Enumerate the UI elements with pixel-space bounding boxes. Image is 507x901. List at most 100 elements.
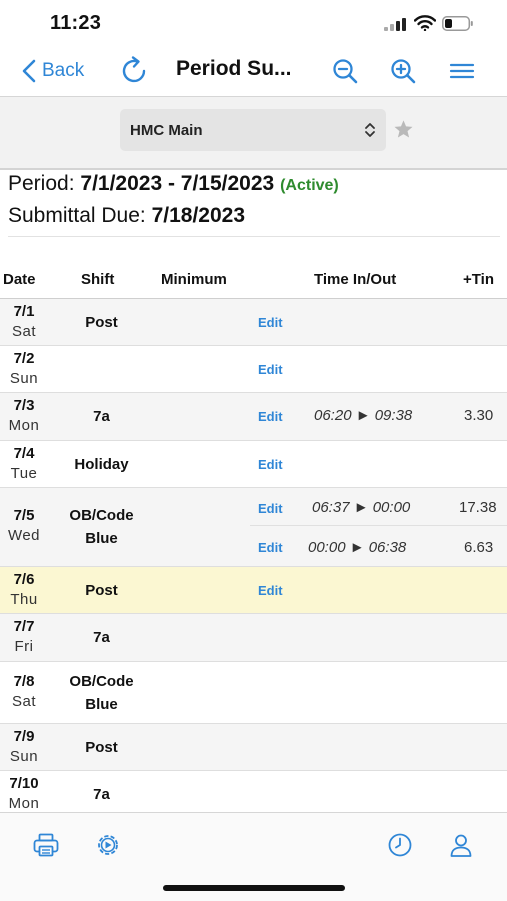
back-label: Back [42, 60, 85, 81]
table-row: 7/2 Sun Edit [0, 346, 507, 393]
time-in-out: 06:20 ► 09:38 [314, 407, 413, 424]
home-indicator [163, 885, 345, 891]
table-row-current: 7/6 Thu Post Edit [0, 567, 507, 614]
row-date: 7/2 [13, 350, 35, 367]
page-title: Period Su... [176, 57, 292, 80]
battery-icon [442, 16, 473, 31]
profile-icon[interactable] [448, 832, 474, 858]
period-range: 7/1/2023 - 7/15/2023 [80, 172, 275, 195]
row-shift-line: Blue [85, 696, 118, 713]
row-date: 7/3 [13, 397, 35, 414]
date-cell: 7/7 Fri [0, 618, 48, 655]
row-shift: 7a [93, 408, 110, 425]
table-header: Date Shift Minimum Time In/Out +Tin [0, 264, 507, 299]
row-shift: Holiday [74, 456, 129, 473]
row-shift: Post [85, 582, 118, 599]
table-row: 7/8 Sat OB/Code Blue [0, 662, 507, 724]
table-row: 7/10 Mon 7a [0, 771, 507, 812]
bottom-toolbar [0, 812, 507, 901]
row-date: 7/10 [9, 775, 39, 792]
row-day: Mon [8, 417, 40, 434]
cellular-signal-icon [384, 18, 408, 31]
row-date: 7/5 [13, 507, 35, 524]
back-button[interactable]: Back [22, 58, 84, 84]
row-date: 7/8 [13, 673, 35, 690]
edit-link[interactable]: Edit [258, 362, 283, 377]
date-cell: 7/1 Sat [0, 303, 48, 340]
row-date: 7/4 [13, 445, 35, 462]
period-label: Period: [8, 172, 75, 195]
row-shift: 7a [93, 629, 110, 646]
settings-icon[interactable] [95, 832, 121, 858]
date-cell: 7/9 Sun [0, 728, 48, 765]
table-row: 7/9 Sun Post [0, 724, 507, 771]
time-in-out: 00:00 ► 06:38 [308, 539, 407, 556]
zoom-out-icon[interactable] [332, 58, 358, 84]
row-shift-line: Blue [85, 530, 118, 547]
row-date: 7/9 [13, 728, 35, 745]
column-header-shift: Shift [81, 271, 115, 288]
row-day: Fri [14, 638, 34, 655]
column-header-hours: +Tin [463, 271, 494, 288]
date-cell: 7/3 Mon [0, 397, 48, 434]
submittal-due-line: Submittal Due: 7/18/2023 [8, 204, 245, 228]
edit-link[interactable]: Edit [258, 501, 283, 516]
chevron-up-down-icon [365, 123, 375, 137]
time-in-out: 06:37 ► 00:00 [312, 499, 411, 516]
submittal-due-date: 7/18/2023 [151, 204, 246, 227]
table-row: 7/5 Wed OB/Code Blue Edit 06:37 ► 00:00 … [0, 488, 507, 567]
date-cell: 7/8 Sat [0, 673, 48, 710]
location-select[interactable]: HMC Main [120, 109, 386, 151]
row-date: 7/6 [13, 571, 35, 588]
row-shift: Post [85, 739, 118, 756]
edit-link[interactable]: Edit [258, 315, 283, 330]
row-date: 7/1 [13, 303, 35, 320]
column-header-date: Date [3, 271, 36, 288]
table-row: 7/4 Tue Holiday Edit [0, 441, 507, 488]
hours-value: 17.38 [459, 499, 497, 516]
date-cell: 7/5 Wed [0, 507, 48, 544]
table-row: 7/7 Fri 7a [0, 614, 507, 662]
edit-link[interactable]: Edit [258, 583, 283, 598]
row-day: Mon [8, 795, 40, 812]
divider [8, 236, 500, 237]
location-selector-area: HMC Main [0, 97, 507, 170]
edit-link[interactable]: Edit [258, 409, 283, 424]
star-icon[interactable] [393, 119, 414, 140]
column-header-minimum: Minimum [161, 271, 227, 288]
row-day: Sun [9, 370, 39, 387]
row-date: 7/7 [13, 618, 35, 635]
row-shift-line: OB/Code [69, 673, 134, 690]
row-day: Thu [10, 591, 38, 608]
row-shift: 7a [93, 786, 110, 803]
refresh-icon[interactable] [118, 55, 150, 87]
row-day: Wed [7, 527, 41, 544]
period-status-badge: (Active) [280, 177, 339, 194]
edit-link[interactable]: Edit [258, 457, 283, 472]
menu-icon[interactable] [449, 61, 475, 81]
zoom-in-icon[interactable] [390, 58, 416, 84]
location-select-value: HMC Main [130, 122, 203, 139]
hours-value: 3.30 [464, 407, 494, 424]
row-day: Sun [9, 748, 39, 765]
row-shift: OB/Code Blue [54, 670, 149, 716]
status-bar: 11:23 [0, 0, 507, 46]
chevron-left-icon [22, 59, 36, 83]
navigation-bar: Back Period Su... [0, 46, 507, 97]
wifi-icon [414, 15, 436, 31]
row-shift: OB/Code Blue [54, 504, 149, 550]
edit-link[interactable]: Edit [258, 540, 283, 555]
divider [250, 525, 507, 526]
date-cell: 7/2 Sun [0, 350, 48, 387]
table-row: 7/3 Mon 7a Edit 06:20 ► 09:38 3.30 [0, 393, 507, 441]
clock-icon[interactable] [387, 832, 413, 858]
date-cell: 7/10 Mon [0, 775, 48, 812]
print-icon[interactable] [33, 832, 59, 858]
submittal-due-label: Submittal Due: [8, 204, 146, 227]
date-cell: 7/4 Tue [0, 445, 48, 482]
row-day: Sat [11, 323, 36, 340]
hours-value: 6.63 [464, 539, 494, 556]
period-line: Period: 7/1/2023 - 7/15/2023 (Active) [8, 172, 339, 196]
date-cell: 7/6 Thu [0, 571, 48, 608]
row-shift-line: OB/Code [69, 507, 134, 524]
